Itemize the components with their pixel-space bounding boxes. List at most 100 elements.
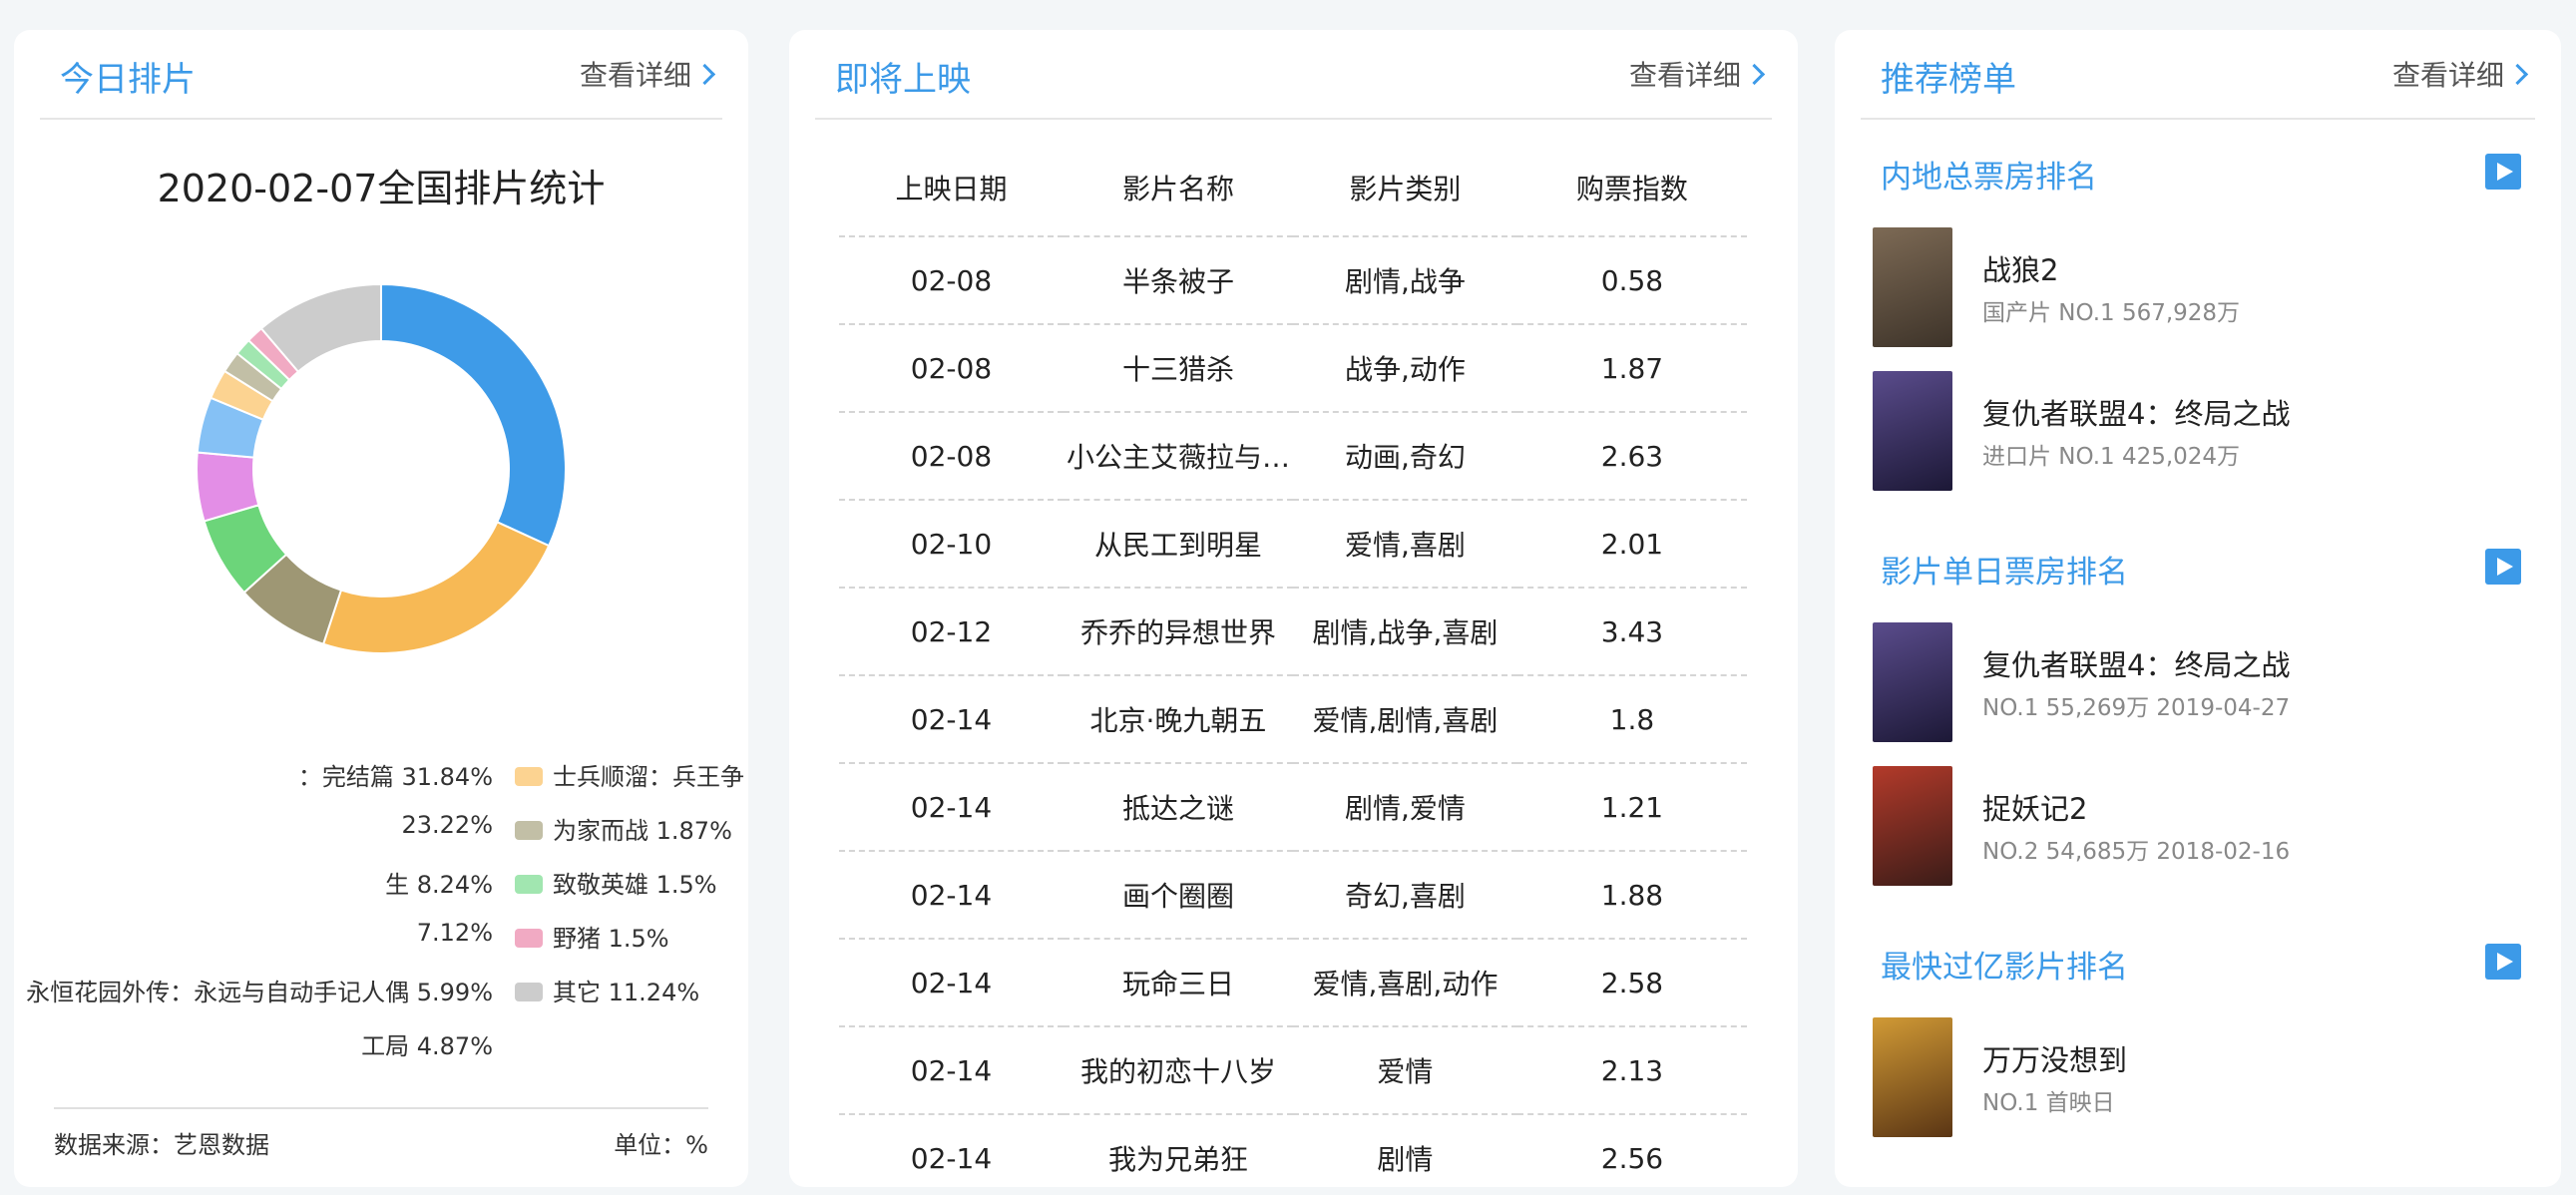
upcoming-more-link[interactable]: 查看详细 — [1628, 54, 1766, 94]
movie-poster[interactable] — [1873, 1017, 1952, 1137]
table-cell: 02-12 — [839, 588, 1064, 676]
rank-item[interactable]: 战狼2 国产片 NO.1 567,928万 — [1873, 227, 2521, 349]
table-cell: 1.8 — [1516, 675, 1747, 764]
table-cell: 奇幻,喜剧 — [1293, 851, 1517, 940]
movie-name[interactable]: 万万没想到 — [1982, 1037, 2127, 1079]
table-cell: 动画,奇幻 — [1293, 412, 1517, 501]
movie-poster[interactable] — [1873, 766, 1952, 886]
movie-poster[interactable] — [1873, 622, 1952, 742]
column-header: 购票指数 — [1516, 140, 1747, 237]
table-cell[interactable]: 画个圈圈 — [1063, 851, 1293, 940]
table-cell: 2.63 — [1516, 412, 1747, 501]
table-cell: 02-14 — [839, 851, 1064, 940]
table-cell: 02-14 — [839, 675, 1064, 764]
today-schedule-card: 今日排片 查看详细 2020-02-07全国排片统计 ：完结篇 31.84% 23… — [14, 30, 748, 1187]
recommend-card: 推荐榜单 查看详细 内地总票房排名战狼2 国产片 NO.1 567,928万复仇者… — [1835, 30, 2561, 1187]
left-footer: 数据来源：艺恩数据 单位：% — [54, 1107, 708, 1160]
table-cell: 爱情,喜剧 — [1293, 500, 1517, 589]
table-row[interactable]: 02-08 半条被子 剧情,战争 0.58 — [839, 236, 1747, 325]
upcoming-more-label: 查看详细 — [1628, 59, 1741, 92]
table-row[interactable]: 02-14 玩命三日 爱情,喜剧,动作 2.58 — [839, 939, 1747, 1027]
recommend-more-link[interactable]: 查看详细 — [2391, 54, 2529, 94]
play-icon[interactable] — [2485, 549, 2521, 585]
table-cell: 剧情 — [1293, 1114, 1517, 1187]
movie-name[interactable]: 复仇者联盟4：终局之战 — [1982, 391, 2290, 433]
table-cell[interactable]: 我为兄弟狂 — [1063, 1114, 1293, 1187]
table-cell[interactable]: 我的初恋十八岁 — [1063, 1026, 1293, 1115]
table-cell: 02-08 — [839, 324, 1064, 413]
table-cell[interactable]: 半条被子 — [1063, 236, 1293, 325]
movie-rank-detail: NO.1 55,269万 2019-04-27 — [1982, 695, 2291, 721]
donut-slice — [321, 521, 551, 654]
table-cell: 2.01 — [1516, 500, 1747, 589]
table-cell: 02-14 — [839, 1026, 1064, 1115]
rank-item[interactable]: 万万没想到 NO.1 首映日 — [1873, 1017, 2521, 1139]
play-icon[interactable] — [2485, 944, 2521, 980]
table-cell: 02-14 — [839, 763, 1064, 852]
recommend-more-label: 查看详细 — [2391, 59, 2504, 92]
movie-rank-detail: 进口片 NO.1 425,024万 — [1982, 444, 2241, 470]
upcoming-table: 上映日期 影片名称 影片类别 购票指数 02-08 半条被子 剧情,战争 0.58 02-08… — [839, 140, 1747, 1187]
rank-item[interactable]: 复仇者联盟4：终局之战 NO.1 55,269万 2019-04-27 — [1873, 622, 2521, 744]
table-cell: 爱情,喜剧,动作 — [1293, 939, 1517, 1027]
table-cell[interactable]: 小公主艾薇拉与… — [1063, 412, 1293, 501]
upcoming-title: 即将上映 — [835, 60, 971, 100]
play-icon[interactable] — [2485, 154, 2521, 190]
table-cell: 0.58 — [1516, 236, 1747, 325]
movie-poster[interactable] — [1873, 371, 1952, 491]
table-cell: 02-14 — [839, 939, 1064, 1027]
table-cell[interactable]: 北京·晚九朝五 — [1063, 675, 1293, 764]
table-cell: 2.13 — [1516, 1026, 1747, 1115]
table-cell[interactable]: 玩命三日 — [1063, 939, 1293, 1027]
movie-poster[interactable] — [1873, 227, 1952, 347]
table-cell[interactable]: 乔乔的异想世界 — [1063, 588, 1293, 676]
table-row[interactable]: 02-08 十三猎杀 战争,动作 1.87 — [839, 324, 1747, 413]
table-cell[interactable]: 十三猎杀 — [1063, 324, 1293, 413]
table-cell: 战争,动作 — [1293, 324, 1517, 413]
data-unit: 单位：% — [614, 1131, 708, 1159]
movie-rank-detail: 国产片 NO.1 567,928万 — [1982, 300, 2241, 326]
table-cell: 2.58 — [1516, 939, 1747, 1027]
table-cell[interactable]: 从民工到明星 — [1063, 500, 1293, 589]
rank-section-title: 最快过亿影片排名 — [1881, 950, 2128, 986]
table-cell: 2.56 — [1516, 1114, 1747, 1187]
table-row[interactable]: 02-14 画个圈圈 奇幻,喜剧 1.88 — [839, 851, 1747, 940]
chevron-right-icon — [1743, 63, 1766, 86]
table-cell: 1.21 — [1516, 763, 1747, 852]
table-row[interactable]: 02-14 我的初恋十八岁 爱情 2.13 — [839, 1026, 1747, 1115]
table-row[interactable]: 02-08 小公主艾薇拉与… 动画,奇幻 2.63 — [839, 412, 1747, 501]
table-row[interactable]: 02-12 乔乔的异想世界 剧情,战争,喜剧 3.43 — [839, 588, 1747, 676]
table-row[interactable]: 02-14 北京·晚九朝五 爱情,剧情,喜剧 1.8 — [839, 675, 1747, 764]
table-cell: 爱情 — [1293, 1026, 1517, 1115]
rank-item[interactable]: 复仇者联盟4：终局之战进口片 NO.1 425,024万 — [1873, 371, 2521, 493]
table-cell[interactable]: 抵达之谜 — [1063, 763, 1293, 852]
table-row[interactable]: 02-14 抵达之谜 剧情,爱情 1.21 — [839, 763, 1747, 852]
movie-name[interactable]: 捉妖记2 — [1982, 786, 2087, 828]
table-cell: 02-08 — [839, 412, 1064, 501]
column-header: 影片名称 — [1063, 140, 1293, 237]
donut-slice — [380, 282, 567, 548]
upcoming-header: 即将上映 查看详细 — [815, 30, 1772, 120]
table-cell: 02-14 — [839, 1114, 1064, 1187]
donut-chart — [196, 282, 567, 654]
rank-item[interactable]: 捉妖记2 NO.2 54,685万 2018-02-16 — [1873, 766, 2521, 888]
recommend-header: 推荐榜单 查看详细 — [1861, 30, 2535, 120]
table-row[interactable]: 02-10 从民工到明星 爱情,喜剧 2.01 — [839, 500, 1747, 589]
table-cell: 剧情,战争 — [1293, 236, 1517, 325]
movie-name[interactable]: 复仇者联盟4：终局之战 — [1982, 642, 2290, 684]
recommend-title: 推荐榜单 — [1881, 60, 2016, 100]
table-cell: 1.88 — [1516, 851, 1747, 940]
rank-section-title: 内地总票房排名 — [1881, 160, 2097, 196]
column-header: 上映日期 — [839, 140, 1064, 237]
table-cell: 剧情,战争,喜剧 — [1293, 588, 1517, 676]
table-cell: 3.43 — [1516, 588, 1747, 676]
column-header: 影片类别 — [1293, 140, 1517, 237]
rank-section-title: 影片单日票房排名 — [1881, 555, 2128, 591]
movie-name[interactable]: 战狼2 — [1982, 247, 2058, 289]
table-cell: 爱情,剧情,喜剧 — [1293, 675, 1517, 764]
table-cell: 02-08 — [839, 236, 1064, 325]
table-cell: 02-10 — [839, 500, 1064, 589]
table-row[interactable]: 02-14 我为兄弟狂 剧情 2.56 — [839, 1114, 1747, 1187]
table-cell: 剧情,爱情 — [1293, 763, 1517, 852]
movie-rank-detail: NO.1 首映日 — [1982, 1090, 2115, 1116]
